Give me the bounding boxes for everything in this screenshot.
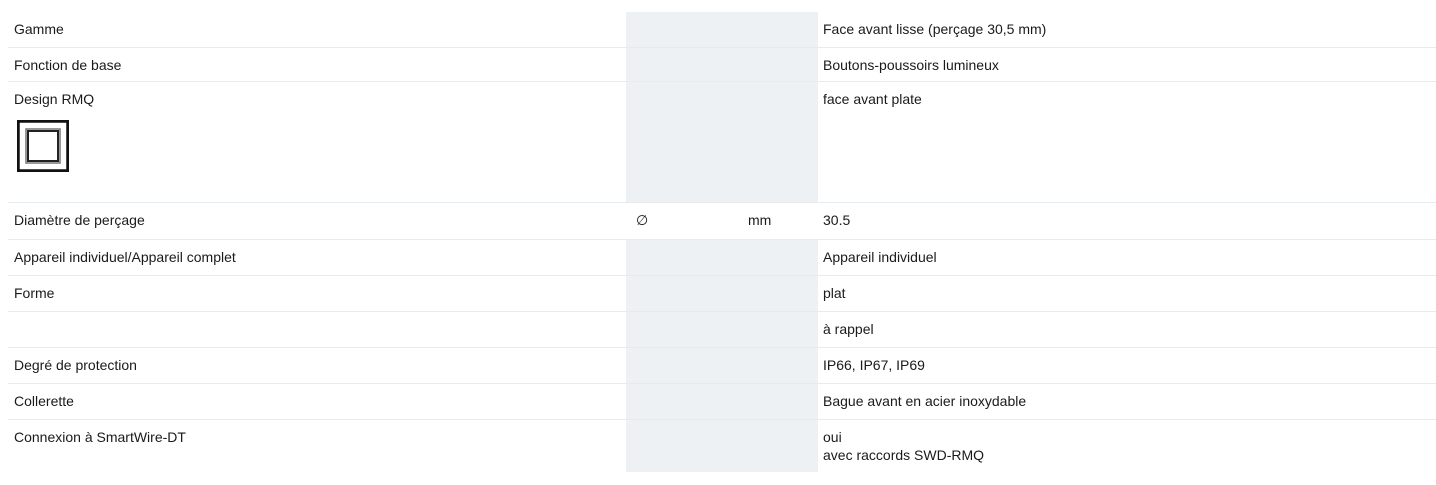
row-symbol: [626, 48, 742, 81]
row-label: Connexion à SmartWire-DT: [14, 429, 186, 445]
row-value: plat: [823, 285, 846, 301]
row-label: Degré de protection: [14, 357, 137, 373]
row-symbol: [626, 82, 742, 202]
row-label-with-icon: Design RMQ: [8, 82, 626, 202]
table-row: Design RMQ face avant plate: [8, 82, 1436, 203]
row-unit: [742, 420, 818, 472]
row-unit: [742, 276, 818, 311]
row-label: Appareil individuel/Appareil complet: [14, 249, 236, 265]
section-heading-cutoff: [0, 0, 7, 12]
row-label: Gamme: [14, 21, 64, 37]
row-symbol: [626, 312, 742, 347]
row-unit: [742, 82, 818, 202]
row-symbol: [626, 384, 742, 419]
row-symbol: ∅: [636, 212, 649, 228]
spec-page: Gamme Face avant lisse (perçage 30,5 mm)…: [0, 0, 1436, 485]
row-value: face avant plate: [823, 91, 922, 107]
row-value: 30.5: [823, 212, 851, 228]
row-symbol: [626, 348, 742, 383]
table-row: Diamètre de perçage ∅ mm 30.5: [8, 203, 1436, 240]
row-label: Fonction de base: [14, 57, 122, 73]
row-symbol: [626, 12, 742, 47]
table-row: Collerette Bague avant en acier inoxydab…: [8, 384, 1436, 420]
row-label: Design RMQ: [14, 91, 95, 107]
row-value: Face avant lisse (perçage 30,5 mm): [823, 21, 1047, 37]
table-row: Forme plat: [8, 276, 1436, 312]
value-line: oui: [823, 429, 842, 445]
row-unit: [742, 48, 818, 81]
row-value: Appareil individuel: [823, 249, 937, 265]
row-value: à rappel: [823, 321, 874, 337]
row-symbol: [626, 240, 742, 275]
row-label: Collerette: [14, 393, 74, 409]
row-unit: [742, 384, 818, 419]
spec-table: Gamme Face avant lisse (perçage 30,5 mm)…: [8, 12, 1436, 472]
value-line: avec raccords SWD-RMQ: [823, 447, 985, 463]
row-label: [8, 312, 626, 347]
table-row: Appareil individuel/Appareil complet App…: [8, 240, 1436, 276]
table-row: Fonction de base Boutons-poussoirs lumin…: [8, 48, 1436, 82]
row-value: oui avec raccords SWD-RMQ: [818, 420, 1436, 472]
row-label: Forme: [14, 285, 55, 301]
row-unit: [742, 348, 818, 383]
table-row: à rappel: [8, 312, 1436, 348]
table-row: Connexion à SmartWire-DT oui avec raccor…: [8, 420, 1436, 472]
row-unit: [742, 240, 818, 275]
row-value: IP66, IP67, IP69: [823, 357, 925, 373]
row-symbol: [626, 420, 742, 472]
row-unit: [742, 12, 818, 47]
row-value: Bague avant en acier inoxydable: [823, 393, 1027, 409]
table-row: Gamme Face avant lisse (perçage 30,5 mm): [8, 12, 1436, 48]
row-symbol: [626, 276, 742, 311]
rmq-flat-front-icon: [17, 120, 69, 172]
row-unit: [742, 312, 818, 347]
row-value: Boutons-poussoirs lumineux: [823, 57, 999, 73]
row-label: Diamètre de perçage: [14, 212, 145, 228]
table-row: Degré de protection IP66, IP67, IP69: [8, 348, 1436, 384]
row-unit: mm: [748, 212, 772, 228]
